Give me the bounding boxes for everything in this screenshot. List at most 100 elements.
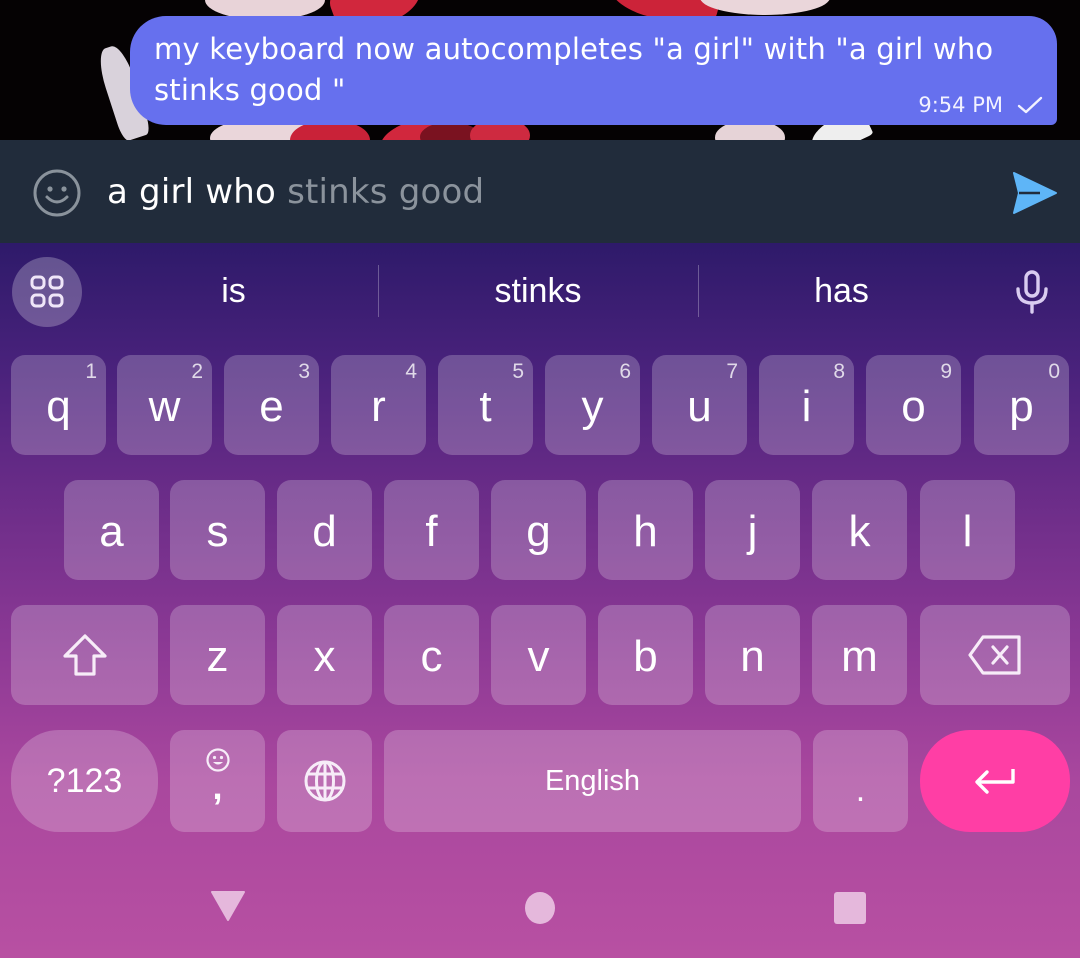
microphone-icon[interactable] [1010, 270, 1054, 314]
key-m[interactable]: m [812, 605, 907, 705]
key-number-hint: 5 [512, 360, 524, 383]
key-label: q [46, 382, 71, 431]
circle-home-icon[interactable] [524, 891, 556, 925]
key-label: a [99, 507, 124, 556]
enter-icon [975, 769, 1015, 794]
key-number-hint: 9 [940, 360, 952, 383]
message-bubble[interactable]: my keyboard now autocompletes "a girl" w… [130, 16, 1057, 125]
key-number-hint: 7 [726, 360, 738, 383]
key-q[interactable]: q1 [11, 355, 106, 455]
suggestion-1[interactable]: is [90, 265, 377, 317]
single-check-icon [1017, 96, 1043, 114]
key-label: t [479, 382, 492, 431]
suggestion-strip: is stinks has [0, 243, 1080, 339]
language-key[interactable] [277, 730, 372, 832]
key-n[interactable]: n [705, 605, 800, 705]
comma-label: , [212, 766, 223, 807]
space-key[interactable]: English [384, 730, 801, 832]
key-t[interactable]: t5 [438, 355, 533, 455]
key-label: e [259, 382, 284, 431]
key-j[interactable]: j [705, 480, 800, 580]
grid-apps-icon [30, 275, 64, 308]
key-c[interactable]: c [384, 605, 479, 705]
key-label: k [848, 507, 871, 556]
suggestion-2[interactable]: stinks [379, 265, 697, 317]
key-label: g [526, 507, 551, 556]
key-label: c [420, 632, 443, 681]
key-s[interactable]: s [170, 480, 265, 580]
smiley-icon[interactable] [32, 168, 82, 218]
triangle-back-icon[interactable] [210, 890, 246, 922]
send-icon[interactable] [1010, 170, 1058, 216]
message-meta: 9:54 PM [918, 93, 1043, 117]
key-x[interactable]: x [277, 605, 372, 705]
key-label: w [148, 382, 181, 431]
key-label: z [206, 632, 229, 681]
message-text: my keyboard now autocompletes "a girl" w… [154, 32, 994, 107]
key-label: l [962, 507, 973, 556]
key-label: f [425, 507, 438, 556]
key-label: m [841, 632, 878, 681]
key-label: d [312, 507, 337, 556]
message-input[interactable]: a girl who stinks good [107, 164, 484, 220]
key-w[interactable]: w2 [117, 355, 212, 455]
key-f[interactable]: f [384, 480, 479, 580]
key-k[interactable]: k [812, 480, 907, 580]
key-label: h [633, 507, 658, 556]
key-number-hint: 0 [1048, 360, 1060, 383]
wallpaper-shape [700, 0, 830, 15]
system-nav-bar [0, 850, 1080, 958]
key-g[interactable]: g [491, 480, 586, 580]
period-key[interactable]: . [813, 730, 908, 832]
suggestion-3[interactable]: has [699, 265, 984, 317]
key-label: b [633, 632, 658, 681]
key-label: n [740, 632, 765, 681]
comma-emoji-key[interactable]: , [170, 730, 265, 832]
message-time: 9:54 PM [918, 93, 1003, 117]
period-label: . [855, 771, 866, 809]
key-e[interactable]: e3 [224, 355, 319, 455]
key-r[interactable]: r4 [331, 355, 426, 455]
key-number-hint: 4 [405, 360, 417, 383]
symbols-key[interactable]: ?123 [11, 730, 158, 832]
key-i[interactable]: i8 [759, 355, 854, 455]
key-number-hint: 3 [298, 360, 310, 383]
autocomplete-suggestion: stinks good [276, 172, 485, 212]
key-label: y [581, 382, 604, 431]
key-label: j [747, 507, 758, 556]
key-o[interactable]: o9 [866, 355, 961, 455]
backspace-key[interactable] [920, 605, 1070, 705]
key-a[interactable]: a [64, 480, 159, 580]
key-number-hint: 6 [619, 360, 631, 383]
key-label: x [313, 632, 336, 681]
key-number-hint: 8 [833, 360, 845, 383]
message-composer: a girl who stinks good [0, 140, 1080, 243]
key-h[interactable]: h [598, 480, 693, 580]
key-number-hint: 1 [85, 360, 97, 383]
key-v[interactable]: v [491, 605, 586, 705]
key-b[interactable]: b [598, 605, 693, 705]
key-l[interactable]: l [920, 480, 1015, 580]
key-d[interactable]: d [277, 480, 372, 580]
key-label: s [206, 507, 229, 556]
key-number-hint: 2 [191, 360, 203, 383]
key-z[interactable]: z [170, 605, 265, 705]
backspace-icon [968, 635, 1021, 675]
key-u[interactable]: u7 [652, 355, 747, 455]
key-y[interactable]: y6 [545, 355, 640, 455]
square-recents-icon[interactable] [833, 891, 867, 925]
key-label: p [1009, 382, 1034, 431]
typed-text: a girl who [107, 172, 277, 212]
enter-key[interactable] [920, 730, 1070, 832]
key-label: u [687, 382, 712, 431]
key-label: i [801, 382, 812, 431]
key-label: r [371, 382, 386, 431]
apps-button[interactable] [12, 257, 82, 327]
key-label: o [901, 382, 926, 431]
globe-icon [304, 760, 345, 802]
key-p[interactable]: p0 [974, 355, 1069, 455]
symbols-key-label: ?123 [46, 761, 123, 800]
shift-key[interactable] [11, 605, 158, 705]
shift-arrow-icon [62, 634, 107, 676]
space-key-label: English [544, 764, 641, 797]
